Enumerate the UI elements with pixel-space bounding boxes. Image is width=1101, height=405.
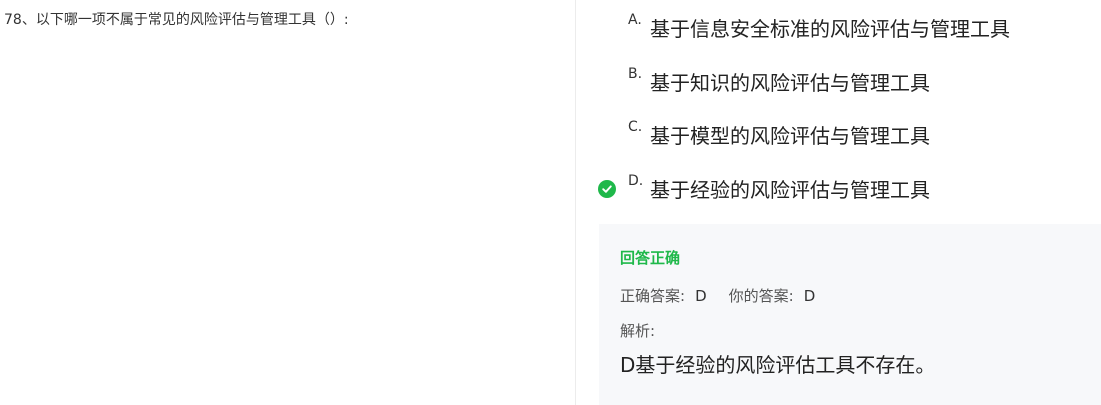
checkmark-icon <box>602 185 612 193</box>
analysis-text: D基于经验的风险评估工具不存在。 <box>620 353 936 377</box>
your-answer-label: 你的答案: <box>728 287 794 305</box>
option-text: 基于经验的风险评估与管理工具 <box>650 178 930 202</box>
your-answer-value: D <box>803 287 816 305</box>
check-circle-icon <box>598 180 616 198</box>
option-letter: D. <box>628 173 644 189</box>
answer-pane: A. 基于信息安全标准的风险评估与管理工具 B. 基于知识的风险评估与管理工具 … <box>577 0 1101 405</box>
option-text: 基于模型的风险评估与管理工具 <box>650 124 930 148</box>
option-letter: A. <box>628 12 642 28</box>
correct-answer-value: D <box>695 287 707 305</box>
option-letter: B. <box>628 66 643 82</box>
result-status: 回答正确 <box>620 249 681 267</box>
option-letter: C. <box>628 119 643 135</box>
correct-answer-label: 正确答案: <box>620 287 686 305</box>
question-pane: 78、以下哪一项不属于常见的风险评估与管理工具（）: <box>0 0 576 405</box>
result-panel: 回答正确 正确答案: D 你的答案: D 解析: D基于经验的风险评估工具不存在。 <box>599 224 1101 405</box>
option-text: 基于信息安全标准的风险评估与管理工具 <box>650 17 1010 41</box>
option-text: 基于知识的风险评估与管理工具 <box>650 71 930 95</box>
analysis-label: 解析: <box>620 322 656 340</box>
quiz-page: 78、以下哪一项不属于常见的风险评估与管理工具（）: A. 基于信息安全标准的风… <box>0 0 1101 405</box>
question-text: 78、以下哪一项不属于常见的风险评估与管理工具（）: <box>4 12 349 28</box>
answer-summary: 正确答案: D 你的答案: D <box>620 286 837 306</box>
